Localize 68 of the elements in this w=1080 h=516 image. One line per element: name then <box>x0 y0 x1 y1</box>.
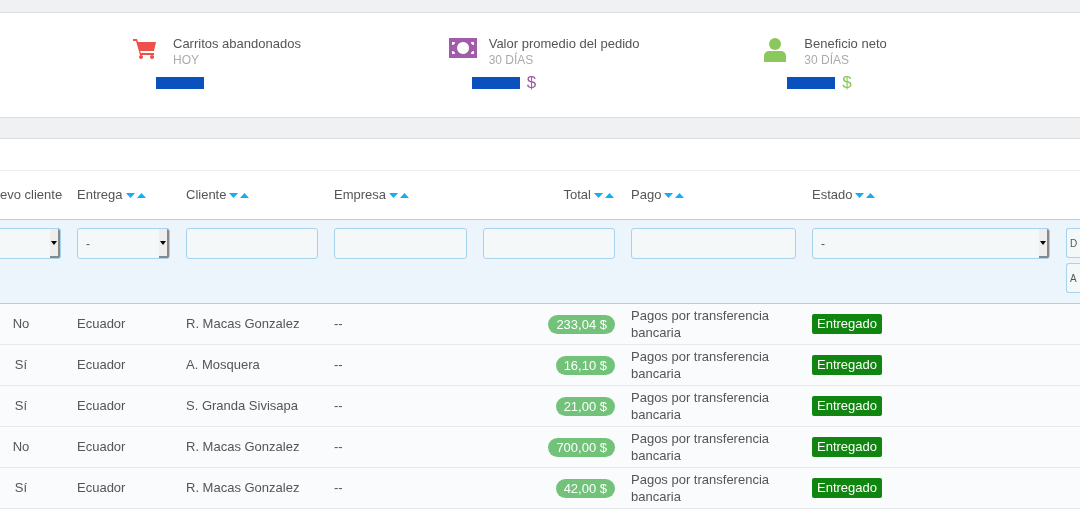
column-header[interactable]: Pago <box>631 185 662 205</box>
table-cell-text: -- <box>334 356 343 375</box>
status-badge: Entregado <box>812 355 882 375</box>
table-cell-text: Pagos por transferencia bancaria <box>631 307 771 341</box>
total-badge: 42,00 $ <box>555 478 615 498</box>
date-input[interactable]: A <box>1066 263 1080 293</box>
caret-icon <box>160 240 166 245</box>
table-cell-text: No <box>12 438 30 457</box>
table-cell-text: -- <box>334 397 343 416</box>
total-badge: 233,04 $ <box>548 314 615 334</box>
kpi-period: 30 DÍAS <box>804 52 851 68</box>
table-cell-text: -- <box>334 479 343 498</box>
sort-icon[interactable] <box>229 191 251 199</box>
kpi-title: Valor promedio del pedido <box>488 35 640 52</box>
filter-select[interactable]: - <box>812 228 1050 259</box>
table-cell-text: Pagos por transferencia bancaria <box>631 471 771 505</box>
status-badge: Entregado <box>812 314 882 334</box>
total-badge: 21,00 $ <box>555 396 615 416</box>
total-badge: 700,00 $ <box>548 437 615 457</box>
table-cell-text: Ecuador <box>77 397 126 416</box>
status-badge: Entregado <box>812 478 882 498</box>
table-cell-text: Pagos por transferencia bancaria <box>631 389 771 423</box>
kpi-value: $ <box>526 72 537 95</box>
table-cell-text: Ecuador <box>77 356 126 375</box>
kpi-title: Beneficio neto <box>804 35 887 52</box>
table-cell-text: R. Macas Gonzalez <box>186 438 300 457</box>
column-header[interactable]: Cliente <box>186 185 227 205</box>
date-input[interactable]: D <box>1066 228 1080 258</box>
table-cell-text: Sí <box>14 479 28 498</box>
filter-select[interactable] <box>0 228 61 259</box>
table-cell-text: Ecuador <box>77 438 126 457</box>
column-header[interactable]: Empresa <box>334 185 387 205</box>
table-cell-text: No <box>12 315 30 334</box>
status-badge: Entregado <box>812 437 882 457</box>
filter-input[interactable] <box>334 228 467 259</box>
table-cell-text: Pagos por transferencia bancaria <box>631 430 771 464</box>
table-cell-text: R. Macas Gonzalez <box>186 315 300 334</box>
column-header[interactable]: Entrega <box>77 185 123 205</box>
table-cell-text: Sí <box>14 356 28 375</box>
table-cell-text: R. Macas Gonzalez <box>186 479 300 498</box>
sort-icon[interactable] <box>855 191 877 199</box>
column-header[interactable]: Estado <box>812 185 853 205</box>
filter-select[interactable]: - <box>77 228 170 259</box>
filter-input[interactable] <box>483 228 615 259</box>
column-header[interactable]: evo cliente <box>0 185 63 205</box>
caret-icon <box>1040 240 1046 245</box>
table-cell-text: Ecuador <box>77 479 126 498</box>
table-cell-text: Ecuador <box>77 315 126 334</box>
kpi-value: $ <box>842 72 852 95</box>
table-cell-text: Pagos por transferencia bancaria <box>631 348 771 382</box>
total-badge: 16,10 $ <box>555 355 615 375</box>
sort-icon[interactable] <box>389 191 411 199</box>
kpi-title: Carritos abandonados <box>173 35 301 52</box>
sort-icon[interactable] <box>664 191 686 199</box>
table-cell-text: S. Granda Sivisapa <box>186 397 298 416</box>
table-cell-text: A. Mosquera <box>186 356 260 375</box>
caret-icon <box>51 240 57 245</box>
column-header[interactable]: Total <box>563 185 591 205</box>
kpi-period: 30 DÍAS <box>488 52 535 68</box>
filter-input[interactable] <box>186 228 318 259</box>
status-badge: Entregado <box>812 396 882 416</box>
table-cell-text: -- <box>334 438 343 457</box>
filter-input[interactable] <box>631 228 796 259</box>
table-cell-text: -- <box>334 315 343 334</box>
sort-icon[interactable] <box>594 191 615 199</box>
table-cell-text: Sí <box>14 397 28 416</box>
sort-icon[interactable] <box>125 191 147 199</box>
kpi-period: HOY <box>173 52 200 68</box>
